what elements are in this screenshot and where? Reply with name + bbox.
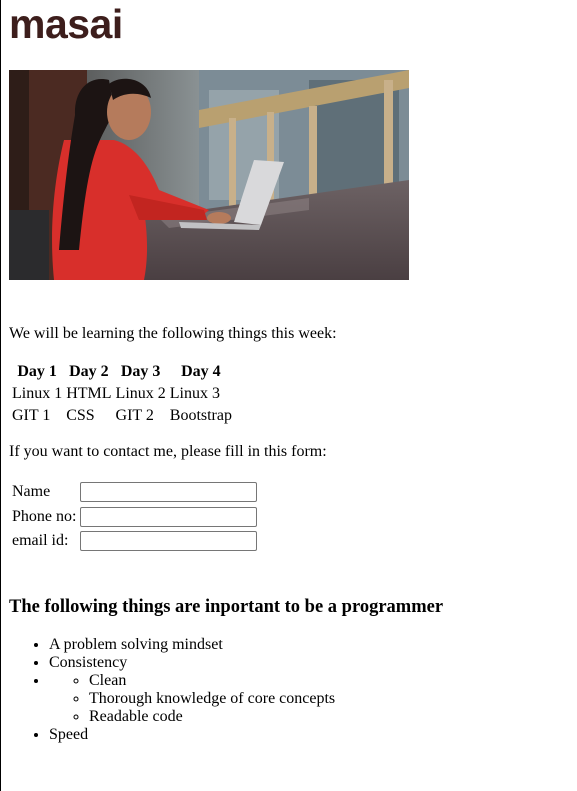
nested-list-item: Thorough knowledge of core concepts [89, 690, 335, 708]
name-label: Name [12, 483, 51, 501]
name-input[interactable] [80, 482, 258, 502]
programmer-traits-list: A problem solving mindset Consistency Cl… [9, 636, 335, 744]
form-row-name: Name [11, 481, 258, 504]
table-cell: Linux 3 [169, 385, 220, 402]
table-cell: Linux 1 [12, 385, 63, 402]
table-cell: HTML [66, 385, 112, 402]
table-header-cell: Day 2 [69, 363, 109, 380]
table-cell: CSS [66, 407, 95, 424]
weekly-schedule-table: Day 1 Day 2 Day 3 Day 4 Linux 1 HTML Lin… [9, 360, 235, 428]
phone-input[interactable] [80, 506, 258, 527]
table-cell: Bootstrap [169, 407, 232, 424]
table-header-cell: Day 3 [120, 363, 161, 380]
page-left-border [0, 0, 1, 791]
name-field-cell [79, 481, 258, 504]
programmer-heading: The following things are inportant to be… [9, 597, 444, 617]
table-cell: Linux 2 [115, 385, 166, 402]
table-row: Linux 1 HTML Linux 2 Linux 3 [11, 384, 233, 404]
list-item: Speed [49, 726, 335, 744]
table-cell: GIT 2 [115, 407, 154, 424]
nested-list-item: Clean [89, 672, 335, 690]
table-cell: GIT 1 [12, 407, 51, 424]
phone-field-cell [79, 506, 258, 529]
list-item: Consistency [49, 654, 335, 672]
email-input[interactable] [80, 531, 258, 551]
phone-label: Phone no: [12, 507, 77, 525]
email-label: email id: [12, 532, 69, 550]
contact-intro-text: If you want to contact me, please fill i… [9, 443, 327, 460]
hero-image [9, 70, 409, 280]
table-row: GIT 1 CSS GIT 2 Bootstrap [11, 406, 233, 426]
form-row-phone: Phone no: [11, 506, 258, 529]
table-header-row: Day 1 Day 2 Day 3 Day 4 [11, 362, 233, 382]
nested-list: Clean Thorough knowledge of core concept… [49, 672, 335, 726]
table-header-cell: Day 1 [17, 363, 57, 380]
nested-list-item: Readable code [89, 708, 335, 726]
list-item-nested-parent: Clean Thorough knowledge of core concept… [49, 672, 335, 726]
masai-logo: masai [9, 1, 123, 47]
learning-intro-text: We will be learning the following things… [9, 325, 337, 342]
contact-form: Name Phone no: email id: [9, 479, 260, 555]
table-header-cell: Day 4 [181, 363, 221, 380]
list-item: A problem solving mindset [49, 636, 335, 654]
form-row-email: email id: [11, 530, 258, 553]
email-field-cell [79, 530, 258, 553]
